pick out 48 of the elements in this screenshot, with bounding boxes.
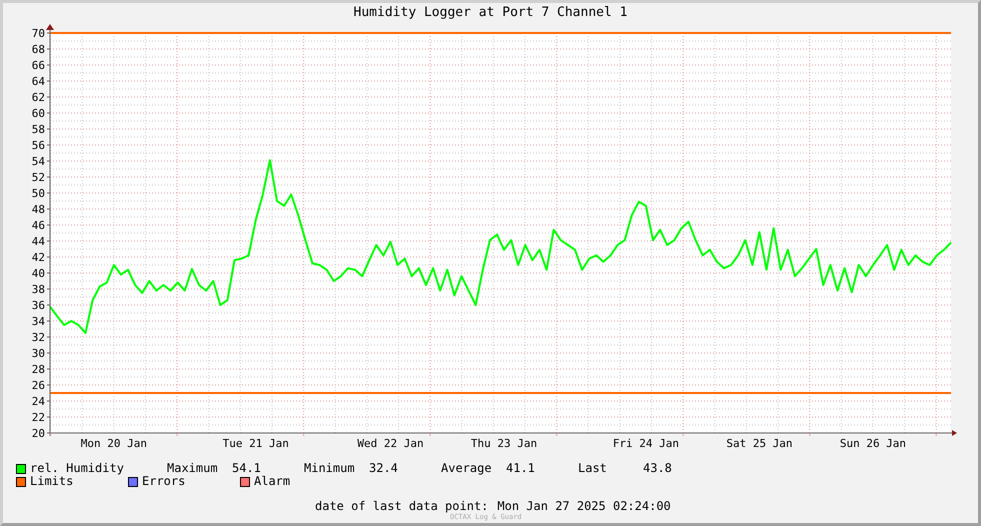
stat-label: Average (441, 462, 493, 475)
y-tick-label: 34 (32, 315, 45, 328)
y-tick-label: 38 (32, 283, 45, 296)
chart-title: Humidity Logger at Port 7 Channel 1 (352, 4, 628, 22)
y-tick-label: 36 (32, 299, 45, 312)
y-tick-label: 32 (32, 331, 45, 344)
y-tick-label: 28 (32, 363, 45, 376)
stat-label: Minimum (304, 462, 356, 475)
y-tick-label: 30 (32, 347, 45, 360)
stat-value: 54.1 (232, 462, 261, 475)
y-tick-label: 70 (32, 27, 45, 40)
y-tick-label: 68 (32, 43, 45, 56)
x-tick-label: Sun 26 Jan (840, 437, 906, 450)
y-tick-label: 64 (32, 75, 45, 88)
y-tick-label: 42 (32, 251, 45, 264)
legend-label: Alarm (254, 475, 290, 488)
legend-label: rel. Humidity (30, 462, 125, 475)
stat-label: Maximum (167, 462, 219, 475)
y-tick-label: 24 (32, 395, 45, 408)
y-tick-label: 54 (32, 155, 45, 168)
y-tick-label: 56 (32, 139, 45, 152)
legend-label: Errors (142, 475, 186, 488)
x-tick-label: Mon 20 Jan (80, 437, 147, 450)
y-tick-label: 40 (32, 267, 45, 280)
y-tick-label: 58 (32, 123, 45, 136)
stat-label: Last (578, 462, 608, 475)
y-tick-label: 44 (32, 235, 45, 248)
y-tick-label: 46 (32, 219, 45, 232)
y-tick-label: 52 (32, 171, 45, 184)
legend-label: Limits (30, 475, 74, 488)
date-value: Mon Jan 27 2025 02:24:00 (497, 499, 671, 513)
y-tick-label: 50 (32, 187, 45, 200)
x-tick-label: Wed 22 Jan (357, 437, 424, 450)
x-tick-label: Sat 25 Jan (726, 437, 793, 450)
y-tick-label: 26 (32, 379, 45, 392)
stat-value: 43.8 (643, 462, 672, 475)
stat-value: 32.4 (369, 462, 398, 475)
y-tick-label: 20 (32, 427, 45, 440)
x-tick-label: Fri 24 Jan (612, 437, 680, 450)
y-tick-label: 22 (32, 411, 45, 424)
x-tick-label: Thu 23 Jan (470, 437, 538, 450)
y-tick-label: 62 (32, 91, 45, 104)
date-label: date of last data point: (315, 499, 488, 513)
stat-value: 41.1 (506, 462, 535, 475)
y-tick-label: 60 (32, 107, 45, 120)
y-tick-label: 66 (32, 59, 45, 72)
x-tick-label: Tue 21 Jan (222, 437, 289, 450)
y-tick-label: 48 (32, 203, 45, 216)
